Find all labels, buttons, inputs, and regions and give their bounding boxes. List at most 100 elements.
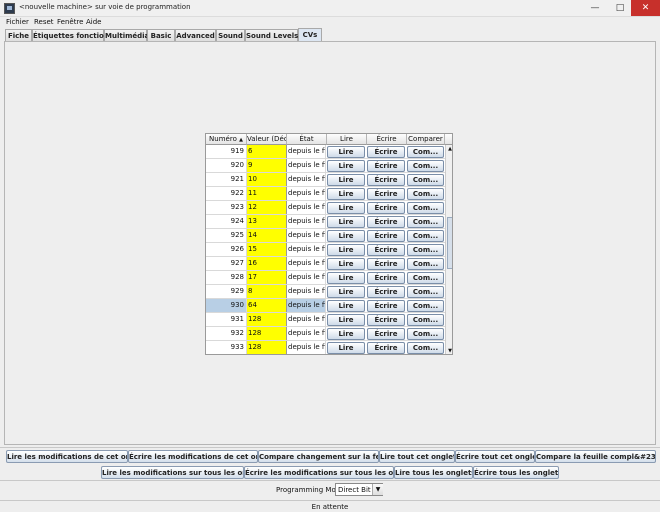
menu-fenetre[interactable]: Fenêtre	[57, 17, 83, 28]
write-cv-button[interactable]: Écrire	[367, 258, 405, 270]
compare-cv-button[interactable]: Com...	[407, 272, 444, 284]
table-row[interactable]: 9209depuis le fi...LireÉcrireCom...	[206, 159, 445, 173]
programming-mode-select[interactable]: Direct Bit ▼	[335, 483, 383, 496]
cv-value-cell[interactable]: 13	[247, 215, 287, 228]
compare-cv-button[interactable]: Com...	[407, 188, 444, 200]
compare-cv-button[interactable]: Com...	[407, 258, 444, 270]
cv-value-cell[interactable]: 6	[247, 145, 287, 158]
table-row[interactable]: 9298depuis le fi...LireÉcrireCom...	[206, 285, 445, 299]
chevron-down-icon[interactable]: ▼	[372, 484, 383, 495]
table-row[interactable]: 933128depuis le fi...LireÉcrireCom...	[206, 341, 445, 354]
compare-cv-button[interactable]: Com...	[407, 216, 444, 228]
cv-value-cell[interactable]: 12	[247, 201, 287, 214]
header-etat[interactable]: État	[287, 134, 327, 145]
compare-cv-button[interactable]: Com...	[407, 342, 444, 354]
read-cv-button[interactable]: Lire	[327, 146, 365, 158]
compare-cv-button[interactable]: Com...	[407, 314, 444, 326]
compare-cv-button[interactable]: Com...	[407, 230, 444, 242]
table-row[interactable]: 932128depuis le fi...LireÉcrireCom...	[206, 327, 445, 341]
read-all-this-tab-button[interactable]: Lire tout cet onglet	[379, 450, 455, 463]
compare-cv-button[interactable]: Com...	[407, 286, 444, 298]
table-row[interactable]: 92110depuis le fi...LireÉcrireCom...	[206, 173, 445, 187]
read-cv-button[interactable]: Lire	[327, 230, 365, 242]
read-cv-button[interactable]: Lire	[327, 328, 365, 340]
read-cv-button[interactable]: Lire	[327, 174, 365, 186]
table-row[interactable]: 92615depuis le fi...LireÉcrireCom...	[206, 243, 445, 257]
table-row[interactable]: 92413depuis le fi...LireÉcrireCom...	[206, 215, 445, 229]
write-cv-button[interactable]: Écrire	[367, 314, 405, 326]
compare-cv-button[interactable]: Com...	[407, 202, 444, 214]
menu-fichier[interactable]: Fichier	[6, 17, 29, 28]
header-lire[interactable]: Lire	[327, 134, 367, 145]
read-changes-all-tabs-button[interactable]: Lire les modifications sur tous les ongl…	[101, 466, 244, 479]
cv-value-cell[interactable]: 17	[247, 271, 287, 284]
table-row[interactable]: 931128depuis le fi...LireÉcrireCom...	[206, 313, 445, 327]
read-cv-button[interactable]: Lire	[327, 314, 365, 326]
close-button[interactable]: ✕	[631, 0, 660, 16]
menu-aide[interactable]: Aide	[86, 17, 101, 28]
write-cv-button[interactable]: Écrire	[367, 188, 405, 200]
write-cv-button[interactable]: Écrire	[367, 342, 405, 354]
write-cv-button[interactable]: Écrire	[367, 272, 405, 284]
compare-full-sheet-button[interactable]: Compare la feuille compl&#232;te	[535, 450, 656, 463]
table-row[interactable]: 92312depuis le fi...LireÉcrireCom...	[206, 201, 445, 215]
read-all-tabs-button[interactable]: Lire tous les onglets	[394, 466, 473, 479]
write-changes-all-tabs-button[interactable]: Écrire les modifications sur tous les on…	[244, 466, 394, 479]
compare-cv-button[interactable]: Com...	[407, 328, 444, 340]
compare-cv-button[interactable]: Com...	[407, 146, 444, 158]
header-valeur[interactable]: Valeur (Déc...	[247, 134, 287, 145]
compare-changes-sheet-button[interactable]: Compare changement sur la feuille	[258, 450, 379, 463]
write-cv-button[interactable]: Écrire	[367, 244, 405, 256]
write-cv-button[interactable]: Écrire	[367, 328, 405, 340]
table-row[interactable]: 93064depuis le fi...LireÉcrireCom...	[206, 299, 445, 313]
compare-cv-button[interactable]: Com...	[407, 174, 444, 186]
write-cv-button[interactable]: Écrire	[367, 230, 405, 242]
write-cv-button[interactable]: Écrire	[367, 174, 405, 186]
read-cv-button[interactable]: Lire	[327, 258, 365, 270]
header-ecrire[interactable]: Écrire	[367, 134, 407, 145]
table-row[interactable]: 92716depuis le fi...LireÉcrireCom...	[206, 257, 445, 271]
header-numero[interactable]: Numéro ▲	[206, 134, 247, 145]
read-cv-button[interactable]: Lire	[327, 202, 365, 214]
scroll-up-icon[interactable]: ▲	[446, 145, 452, 153]
cv-value-cell[interactable]: 10	[247, 173, 287, 186]
write-cv-button[interactable]: Écrire	[367, 286, 405, 298]
minimize-button[interactable]: —	[582, 0, 608, 16]
header-comparer[interactable]: Comparer	[407, 134, 445, 145]
read-cv-button[interactable]: Lire	[327, 188, 365, 200]
cv-value-cell[interactable]: 15	[247, 243, 287, 256]
write-changes-this-tab-button[interactable]: Écrire les modifications de cet onglet	[128, 450, 258, 463]
read-cv-button[interactable]: Lire	[327, 342, 365, 354]
scroll-down-icon[interactable]: ▼	[446, 347, 452, 354]
write-cv-button[interactable]: Écrire	[367, 216, 405, 228]
cv-value-cell[interactable]: 14	[247, 229, 287, 242]
tab-cvs[interactable]: CVs	[298, 28, 322, 42]
cv-value-cell[interactable]: 128	[247, 341, 287, 354]
cv-value-cell[interactable]: 8	[247, 285, 287, 298]
read-cv-button[interactable]: Lire	[327, 160, 365, 172]
write-cv-button[interactable]: Écrire	[367, 300, 405, 312]
table-row[interactable]: 92514depuis le fi...LireÉcrireCom...	[206, 229, 445, 243]
scroll-thumb[interactable]	[447, 217, 452, 269]
compare-cv-button[interactable]: Com...	[407, 160, 444, 172]
write-all-tabs-button[interactable]: Écrire tous les onglets	[473, 466, 559, 479]
cv-value-cell[interactable]: 128	[247, 327, 287, 340]
cv-value-cell[interactable]: 16	[247, 257, 287, 270]
read-cv-button[interactable]: Lire	[327, 300, 365, 312]
read-cv-button[interactable]: Lire	[327, 244, 365, 256]
read-cv-button[interactable]: Lire	[327, 286, 365, 298]
compare-cv-button[interactable]: Com...	[407, 244, 444, 256]
table-row[interactable]: 92817depuis le fi...LireÉcrireCom...	[206, 271, 445, 285]
write-all-this-tab-button[interactable]: Écrire tout cet onglet	[455, 450, 535, 463]
write-cv-button[interactable]: Écrire	[367, 160, 405, 172]
write-cv-button[interactable]: Écrire	[367, 202, 405, 214]
menu-reset[interactable]: Reset	[34, 17, 54, 28]
read-cv-button[interactable]: Lire	[327, 272, 365, 284]
read-changes-this-tab-button[interactable]: Lire les modifications de cet onglet	[6, 450, 128, 463]
maximize-button[interactable]: □	[607, 0, 633, 16]
compare-cv-button[interactable]: Com...	[407, 300, 444, 312]
table-row[interactable]: 9196depuis le fi...LireÉcrireCom...	[206, 145, 445, 159]
cv-value-cell[interactable]: 11	[247, 187, 287, 200]
read-cv-button[interactable]: Lire	[327, 216, 365, 228]
table-row[interactable]: 92211depuis le fi...LireÉcrireCom...	[206, 187, 445, 201]
